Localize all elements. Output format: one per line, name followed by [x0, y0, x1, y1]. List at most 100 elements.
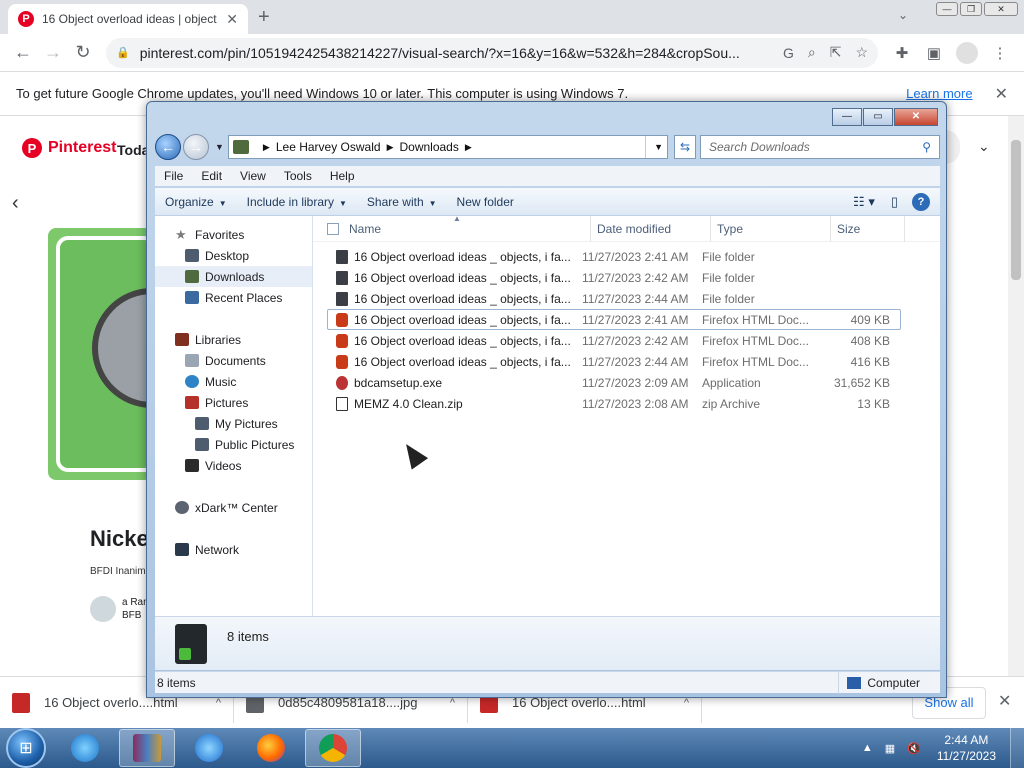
- new-tab-button[interactable]: +: [258, 6, 270, 29]
- taskbar-chrome[interactable]: [305, 729, 361, 767]
- breadcrumb-separator-icon[interactable]: ▶: [263, 142, 270, 153]
- taskbar-clock[interactable]: 2:44 AM 11/27/2023: [937, 732, 996, 764]
- learn-more-link[interactable]: Learn more: [906, 86, 972, 101]
- select-all-checkbox[interactable]: [327, 222, 339, 235]
- restore-button[interactable]: ❐: [960, 2, 982, 16]
- nav-downloads[interactable]: Downloads: [155, 266, 312, 287]
- google-lens-icon[interactable]: G: [783, 45, 794, 61]
- pin-back-icon[interactable]: ‹: [12, 192, 19, 215]
- preview-pane-icon[interactable]: ▯: [883, 194, 906, 210]
- taskbar-ie[interactable]: [57, 729, 113, 767]
- refresh-icon[interactable]: ⇆: [674, 135, 696, 159]
- search-icon[interactable]: ⚲: [922, 140, 931, 154]
- file-row[interactable]: 16 Object overload ideas _ objects, i fa…: [327, 309, 901, 330]
- extensions-puzzle-icon[interactable]: ✚: [886, 44, 918, 62]
- nav-music[interactable]: Music: [155, 371, 312, 392]
- nav-videos[interactable]: Videos: [155, 455, 312, 476]
- nav-network[interactable]: Network: [155, 539, 312, 560]
- menu-help[interactable]: Help: [321, 169, 364, 183]
- browser-tab[interactable]: P 16 Object overload ideas | object ✕: [8, 4, 248, 34]
- file-row[interactable]: 16 Object overload ideas _ objects, i fa…: [327, 267, 901, 288]
- file-row[interactable]: 16 Object overload ideas _ objects, i fa…: [327, 246, 901, 267]
- file-row[interactable]: MEMZ 4.0 Clean.zip 11/27/2023 2:08 AM zip …: [327, 393, 901, 414]
- explorer-close-button[interactable]: ✕: [894, 108, 938, 126]
- taskbar-winrar[interactable]: [119, 729, 175, 767]
- column-header-type[interactable]: Type: [711, 215, 831, 242]
- lock-icon[interactable]: 🔒: [116, 46, 130, 59]
- breadcrumb-user[interactable]: Lee Harvey Oswald: [276, 140, 381, 154]
- close-window-button[interactable]: ✕: [984, 2, 1018, 16]
- tab-close-icon[interactable]: ✕: [226, 11, 238, 28]
- profile-avatar[interactable]: [956, 41, 978, 64]
- address-bar[interactable]: 🔒 pinterest.com/pin/1051942425438214227/…: [106, 37, 878, 68]
- search-placeholder[interactable]: Search Downloads: [709, 140, 922, 154]
- start-button[interactable]: ⊞: [6, 728, 46, 768]
- share-with-button[interactable]: Share with ▼: [357, 195, 447, 209]
- file-row[interactable]: 16 Object overload ideas _ objects, i fa…: [327, 330, 901, 351]
- chevron-up-icon[interactable]: ^: [684, 697, 689, 709]
- file-row[interactable]: bdcamsetup.exe 11/27/2023 2:09 AM Applicat…: [327, 372, 901, 393]
- zoom-icon[interactable]: ⌕: [808, 44, 816, 61]
- pin-image[interactable]: [48, 228, 152, 480]
- nav-desktop[interactable]: Desktop: [155, 245, 312, 266]
- nav-xdark-center[interactable]: xDark™ Center: [155, 497, 312, 518]
- nav-recent-places[interactable]: Recent Places: [155, 287, 312, 308]
- infobar-close-icon[interactable]: ✕: [995, 84, 1008, 104]
- nav-documents[interactable]: Documents: [155, 350, 312, 371]
- file-row[interactable]: 16 Object overload ideas _ objects, i fa…: [327, 288, 901, 309]
- show-desktop-button[interactable]: [1010, 728, 1024, 768]
- recent-pages-dropdown-icon[interactable]: ▼: [215, 142, 224, 152]
- nav-favorites[interactable]: ★ Favorites: [155, 224, 312, 245]
- address-url[interactable]: pinterest.com/pin/1051942425438214227/vi…: [140, 45, 769, 61]
- volume-muted-icon[interactable]: 🔇: [907, 742, 921, 755]
- search-input[interactable]: Search Downloads ⚲: [700, 135, 940, 159]
- chevron-up-icon[interactable]: ^: [450, 697, 455, 709]
- help-icon[interactable]: ?: [912, 192, 930, 211]
- downloads-bar-close-icon[interactable]: ✕: [998, 691, 1011, 711]
- pin-user[interactable]: a Ran BFB: [90, 596, 149, 622]
- column-header-name[interactable]: ▲ Name: [349, 214, 591, 242]
- breadcrumb-separator-icon[interactable]: ▶: [387, 142, 394, 153]
- include-in-library-button[interactable]: Include in library ▼: [237, 195, 357, 209]
- explorer-back-icon[interactable]: ←: [155, 134, 181, 160]
- nav-public-pictures[interactable]: Public Pictures: [155, 434, 312, 455]
- organize-button[interactable]: Organize ▼: [155, 195, 237, 209]
- back-icon[interactable]: ←: [8, 42, 38, 63]
- breadcrumb-downloads[interactable]: Downloads: [399, 140, 458, 154]
- menu-edit[interactable]: Edit: [192, 169, 231, 183]
- side-panel-icon[interactable]: ▣: [918, 44, 950, 62]
- nav-my-pictures[interactable]: My Pictures: [155, 413, 312, 434]
- profile-chevron-icon[interactable]: ⌄: [978, 138, 990, 155]
- explorer-forward-icon[interactable]: →: [183, 134, 209, 160]
- forward-icon[interactable]: →: [38, 42, 68, 63]
- reload-icon[interactable]: ↻: [68, 42, 98, 63]
- menu-file[interactable]: File: [155, 169, 192, 183]
- share-icon[interactable]: ⇱: [830, 44, 842, 61]
- explorer-minimize-button[interactable]: —: [832, 108, 862, 126]
- pin-user-avatar[interactable]: [90, 596, 116, 622]
- nav-pictures[interactable]: Pictures: [155, 392, 312, 413]
- change-view-icon[interactable]: ☷ ▾: [845, 194, 883, 210]
- menu-tools[interactable]: Tools: [275, 169, 321, 183]
- tab-search-chevron-icon[interactable]: ⌄: [898, 8, 908, 22]
- column-header-size[interactable]: Size: [831, 215, 905, 242]
- column-header-date[interactable]: Date modified: [591, 215, 711, 242]
- show-hidden-icons-icon[interactable]: ▲: [862, 742, 873, 754]
- menu-view[interactable]: View: [231, 169, 275, 183]
- minimize-button[interactable]: —: [936, 2, 958, 16]
- network-tray-icon[interactable]: ▦: [885, 742, 895, 755]
- breadcrumb-separator-icon[interactable]: ▶: [465, 142, 472, 153]
- address-dropdown-icon[interactable]: ▼: [645, 136, 663, 158]
- explorer-maximize-button[interactable]: ▭: [863, 108, 893, 126]
- taskbar-firefox[interactable]: [243, 729, 299, 767]
- nav-libraries[interactable]: Libraries: [155, 329, 312, 350]
- taskbar-itunes[interactable]: [181, 729, 237, 767]
- chevron-up-icon[interactable]: ^: [216, 697, 221, 709]
- breadcrumb[interactable]: ▶ Lee Harvey Oswald ▶ Downloads ▶ ▼: [227, 135, 668, 159]
- menu-kebab-icon[interactable]: ⋮: [984, 44, 1016, 62]
- file-row[interactable]: 16 Object overload ideas _ objects, i fa…: [327, 351, 901, 372]
- page-scrollbar-thumb[interactable]: [1011, 140, 1021, 280]
- pinterest-logo[interactable]: P Pinterest: [22, 138, 116, 158]
- bookmark-star-icon[interactable]: ☆: [855, 44, 868, 61]
- page-scrollbar[interactable]: [1008, 116, 1024, 676]
